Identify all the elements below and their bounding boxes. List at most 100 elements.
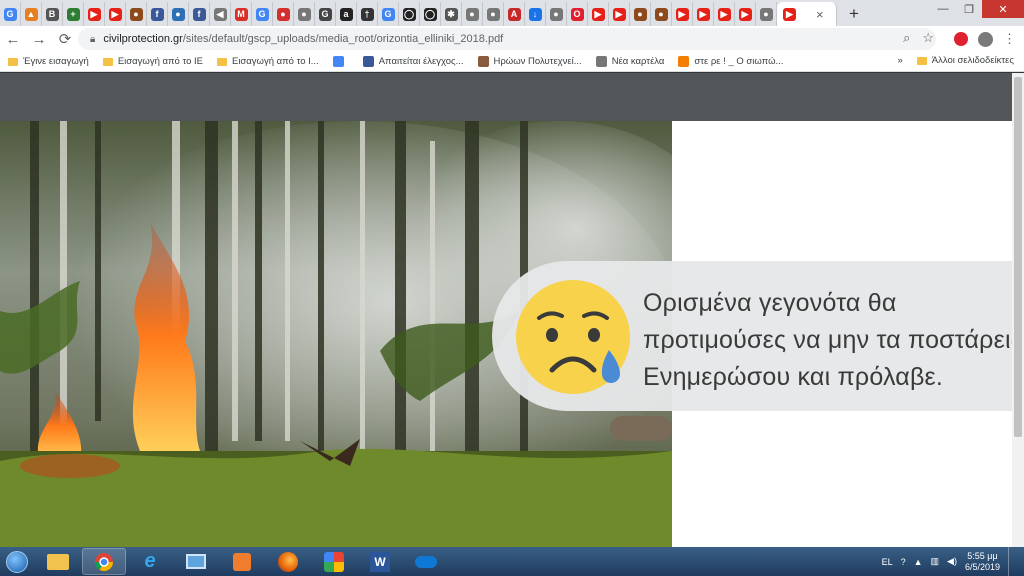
- address-bar[interactable]: 🔒︎ civilprotection.gr/sites/default/gscp…: [78, 28, 936, 50]
- bookmarks-right: » Άλλοι σελιδοδείκτες: [897, 55, 1014, 66]
- vertical-scrollbar[interactable]: [1012, 73, 1024, 547]
- browser-tab[interactable]: ●: [630, 2, 651, 26]
- folder-icon: [102, 57, 113, 66]
- speaker-icon: ◀: [213, 7, 227, 21]
- browser-tab[interactable]: †: [357, 2, 378, 26]
- browser-tab[interactable]: ▶: [84, 2, 105, 26]
- bookmark-item[interactable]: Εισαγωγή από το I...: [216, 56, 319, 67]
- browser-tab[interactable]: ◯: [399, 2, 420, 26]
- taskbar-chrome[interactable]: [82, 548, 126, 575]
- bookmarks-overflow-button[interactable]: »: [897, 55, 902, 66]
- start-button[interactable]: [0, 547, 34, 576]
- browser-tab[interactable]: ◯: [420, 2, 441, 26]
- show-desktop-button[interactable]: [1008, 547, 1018, 576]
- browser-tab[interactable]: ▶: [693, 2, 714, 26]
- browser-tab[interactable]: ✱: [441, 2, 462, 26]
- minimize-button[interactable]: —: [930, 0, 956, 18]
- youtube-icon: ▶: [738, 7, 752, 21]
- browser-tab[interactable]: f: [189, 2, 210, 26]
- bookmark-star-icon[interactable]: ☆: [922, 30, 934, 46]
- taskbar-ie[interactable]: e: [128, 548, 172, 575]
- forward-button[interactable]: →: [26, 26, 52, 52]
- browser-tab[interactable]: ●: [168, 2, 189, 26]
- browser-tab[interactable]: O: [567, 2, 588, 26]
- browser-tab[interactable]: ↓: [525, 2, 546, 26]
- github-icon: ◯: [423, 7, 437, 21]
- browser-tab[interactable]: ●: [273, 2, 294, 26]
- dagger-icon: †: [360, 7, 374, 21]
- opera-extension-icon[interactable]: [954, 32, 968, 46]
- bookmark-item[interactable]: Νέα καρτέλα: [595, 56, 664, 67]
- browser-tab[interactable]: ▶: [609, 2, 630, 26]
- other-bookmarks[interactable]: Άλλοι σελιδοδείκτες: [916, 55, 1014, 66]
- b-icon: B: [45, 7, 59, 21]
- close-tab-icon[interactable]: ×: [816, 7, 824, 22]
- bookmark-item[interactable]: Έγινε εισαγωγή: [8, 56, 89, 67]
- bookmark-item[interactable]: Απαιτείται έλεγχος...: [362, 56, 464, 67]
- browser-tab[interactable]: ◀: [210, 2, 231, 26]
- window-controls: — ❐ ✕: [930, 0, 1024, 18]
- close-window-button[interactable]: ✕: [982, 0, 1024, 18]
- help-icon[interactable]: ?: [901, 557, 906, 567]
- browser-tab[interactable]: B: [42, 2, 63, 26]
- browser-tab[interactable]: M: [231, 2, 252, 26]
- taskbar-onedrive[interactable]: [404, 548, 448, 575]
- tray-arrow-icon[interactable]: ▲: [914, 557, 923, 567]
- taskbar-photos[interactable]: [312, 548, 356, 575]
- chrome-icon: ●: [549, 7, 563, 21]
- browser-tab[interactable]: ▶: [714, 2, 735, 26]
- reload-button[interactable]: ⟳: [52, 26, 78, 52]
- browser-tab[interactable]: ●: [651, 2, 672, 26]
- taskbar-media[interactable]: [220, 548, 264, 575]
- back-button[interactable]: ←: [0, 26, 26, 52]
- language-indicator[interactable]: EL: [882, 557, 893, 567]
- bookmark-item[interactable]: στε ρε ! _ Ο σιωπώ...: [678, 56, 783, 67]
- maximize-button[interactable]: ❐: [956, 0, 982, 18]
- folder-icon: [916, 56, 927, 65]
- clock[interactable]: 5:55 μμ 6/5/2019: [965, 551, 1000, 573]
- taskbar-explorer[interactable]: [36, 548, 80, 575]
- browser-tab[interactable]: +: [63, 2, 84, 26]
- browser-tab[interactable]: G: [315, 2, 336, 26]
- taskbar-word[interactable]: W: [358, 548, 402, 575]
- new-tab-button[interactable]: +: [843, 3, 865, 25]
- network-icon[interactable]: ▥: [931, 556, 940, 567]
- browser-tab[interactable]: ▲: [21, 2, 42, 26]
- browser-tab[interactable]: A: [504, 2, 525, 26]
- browser-tab[interactable]: ▶: [105, 2, 126, 26]
- taskbar-firefox[interactable]: [266, 548, 310, 575]
- browser-tab[interactable]: ▶: [672, 2, 693, 26]
- bookmark-item[interactable]: Ηρώων Πολυτεχνεί...: [477, 56, 582, 67]
- volume-icon[interactable]: ◀): [947, 556, 957, 567]
- bookmark-item[interactable]: [332, 56, 349, 67]
- bookmark-item[interactable]: Εισαγωγή από το IE: [102, 56, 203, 67]
- browser-tab[interactable]: ●: [294, 2, 315, 26]
- avatar[interactable]: [978, 31, 993, 47]
- browser-tab[interactable]: G: [252, 2, 273, 26]
- browser-tab[interactable]: G: [378, 2, 399, 26]
- browser-tab[interactable]: a: [336, 2, 357, 26]
- folder-icon: [47, 553, 69, 570]
- browser-tab[interactable]: ●: [126, 2, 147, 26]
- chrome-icon: [95, 552, 113, 571]
- browser-tab[interactable]: f: [147, 2, 168, 26]
- chrome-icon: [595, 56, 607, 67]
- browser-tab[interactable]: G: [0, 2, 21, 26]
- folder-icon: [8, 57, 18, 66]
- taskbar-control-panel[interactable]: [174, 548, 218, 575]
- browser-tab[interactable]: ▶: [735, 2, 756, 26]
- scrollbar-thumb[interactable]: [1014, 77, 1022, 437]
- browser-tab[interactable]: ●: [546, 2, 567, 26]
- browser-tab[interactable]: ●: [756, 2, 777, 26]
- browser-tab[interactable]: ▶: [588, 2, 609, 26]
- g-icon: G: [318, 7, 332, 21]
- youtube-icon: ▶: [591, 7, 605, 21]
- chrome-icon: ●: [759, 7, 773, 21]
- browser-tab[interactable]: ●: [462, 2, 483, 26]
- menu-icon[interactable]: ⋮: [1003, 31, 1016, 47]
- browser-tab[interactable]: ▶ ×: [777, 2, 837, 26]
- google-icon: G: [255, 7, 269, 21]
- pdf-viewer[interactable]: Ορισμένα γεγονότα θα προτιμούσες να μην …: [0, 73, 1012, 547]
- zoom-search-icon[interactable]: ⌕: [903, 30, 910, 46]
- browser-tab[interactable]: ●: [483, 2, 504, 26]
